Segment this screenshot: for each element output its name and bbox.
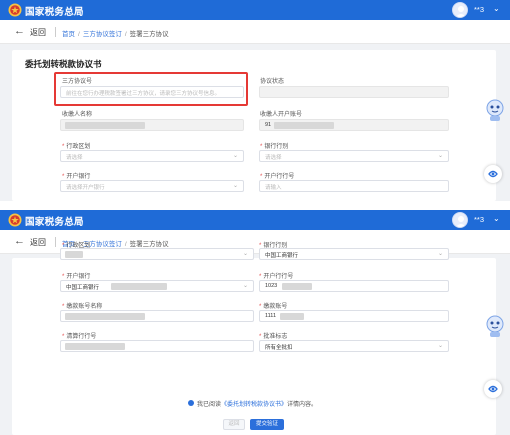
- payer-account-no-input[interactable]: 1111: [259, 310, 449, 322]
- region-label: * 行政区划: [62, 144, 91, 150]
- region-select[interactable]: ⌄: [60, 248, 254, 260]
- payer-account-no-label: * 缴款账号: [259, 304, 288, 310]
- payer-account-name-label: * 缴款账号名称: [62, 304, 103, 310]
- breadcrumb: 首页 / 三方协议签订 / 签署三方协议: [62, 31, 169, 38]
- open-bank-select[interactable]: 请选择开户银行 ⌄: [60, 180, 244, 192]
- app-title: 国家税务总局: [25, 7, 84, 18]
- robot-assistant-icon[interactable]: [484, 314, 506, 338]
- open-bank-label: * 开户银行: [62, 174, 91, 180]
- payee-name-label: 收缴人名称: [62, 112, 93, 118]
- open-bank-code-label: * 开户行行号: [260, 174, 295, 180]
- user-name[interactable]: **3: [474, 5, 484, 14]
- bank-line-select[interactable]: 中国工商银行 ⌄: [259, 248, 449, 260]
- agreement-status-field: [259, 86, 449, 98]
- tax-bureau-emblem-icon: [8, 3, 22, 17]
- user-name[interactable]: **3: [474, 215, 484, 224]
- approval-flag-select[interactable]: 所有全批扣 ⌄: [259, 340, 449, 352]
- payee-name-field: [60, 119, 244, 131]
- breadcrumb-current: 签署三方协议: [129, 241, 169, 248]
- user-avatar-icon[interactable]: [452, 212, 468, 228]
- chevron-down-icon[interactable]: ⌄: [493, 4, 500, 13]
- breadcrumb-current: 签署三方协议: [129, 31, 169, 38]
- open-bank-label: * 开户银行: [62, 274, 91, 280]
- breadcrumb-agreement[interactable]: 三方协议签订: [83, 31, 122, 38]
- clearing-bank-label: * 清算行行号: [62, 334, 97, 340]
- back-arrow-icon[interactable]: ←: [14, 235, 25, 247]
- chevron-down-icon: ⌄: [242, 251, 248, 257]
- consent-radio[interactable]: [188, 400, 194, 406]
- tax-bureau-emblem-icon: [8, 213, 22, 227]
- chevron-down-icon: ⌄: [437, 153, 443, 159]
- back-arrow-icon[interactable]: ←: [14, 25, 25, 37]
- bank-line-select[interactable]: 请选择 ⌄: [259, 150, 449, 162]
- payer-account-name-input[interactable]: [60, 310, 254, 322]
- screenshot-gap: [0, 201, 510, 210]
- highlight-box: [54, 72, 248, 106]
- return-button[interactable]: 返回: [223, 419, 245, 430]
- nav-divider: [55, 27, 56, 37]
- agreement-link[interactable]: 《委托划转税款协议书》: [221, 402, 287, 408]
- screenshot-top: 国家税务总局 **3 ⌄ ← 返回 首页 / 三方协议签订 / 签署三方协议 委托划转税…: [0, 0, 510, 201]
- payee-account-field: 91: [259, 119, 449, 131]
- back-button[interactable]: 返回: [30, 237, 46, 248]
- region-select[interactable]: 请选择 ⌄: [60, 150, 244, 162]
- page-title: 委托划转税款协议书: [25, 59, 102, 69]
- chevron-down-icon: ⌄: [232, 183, 238, 189]
- robot-assistant-icon[interactable]: [484, 98, 506, 122]
- open-bank-select[interactable]: 中国工商银行 ⌄: [60, 280, 254, 292]
- submit-verify-button[interactable]: 提交验证: [250, 419, 284, 430]
- top-bar: 国家税务总局 **3 ⌄: [0, 0, 510, 20]
- approval-flag-label: * 批准标志: [259, 334, 288, 340]
- breadcrumb-home[interactable]: 首页: [62, 31, 75, 38]
- nav-divider: [55, 237, 56, 247]
- consent-text: 我已阅读《委托划转税款协议书》详情内容。: [197, 402, 318, 408]
- agreement-status-label: 协议状态: [260, 79, 285, 85]
- chevron-down-icon: ⌄: [242, 283, 248, 289]
- back-button[interactable]: 返回: [30, 27, 46, 38]
- payee-account-label: 收缴人开户账号: [260, 112, 303, 118]
- open-bank-code-input[interactable]: 请输入: [259, 180, 449, 192]
- app-title: 国家税务总局: [25, 217, 84, 228]
- clearing-bank-input[interactable]: [60, 340, 254, 352]
- chevron-down-icon: ⌄: [437, 251, 443, 257]
- bank-line-label: * 银行行别: [260, 144, 289, 150]
- chevron-down-icon[interactable]: ⌄: [493, 214, 500, 223]
- chevron-down-icon: ⌄: [232, 153, 238, 159]
- helper-float-icon[interactable]: [484, 380, 502, 398]
- helper-float-icon[interactable]: [484, 165, 502, 183]
- chevron-down-icon: ⌄: [437, 343, 443, 349]
- open-bank-code-input[interactable]: 1023: [259, 280, 449, 292]
- open-bank-code-label: * 开户行行号: [259, 274, 294, 280]
- top-bar: 国家税务总局 **3 ⌄: [0, 210, 510, 230]
- user-avatar-icon[interactable]: [452, 2, 468, 18]
- nav-bar: ← 返回 首页 / 三方协议签订 / 签署三方协议: [0, 20, 510, 44]
